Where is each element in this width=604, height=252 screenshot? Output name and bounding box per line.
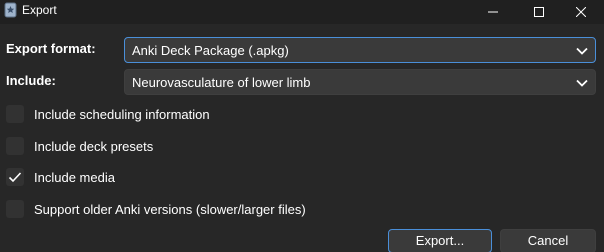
scheduling-label: Include scheduling information bbox=[34, 107, 210, 122]
media-label: Include media bbox=[34, 170, 115, 185]
title-bar: Export bbox=[0, 0, 604, 24]
close-icon bbox=[576, 7, 586, 17]
export-format-value: Anki Deck Package (.apkg) bbox=[132, 43, 289, 58]
export-button[interactable]: Export... bbox=[388, 229, 492, 252]
maximize-icon bbox=[534, 7, 544, 17]
minimize-icon bbox=[488, 11, 498, 13]
export-format-label: Export format: bbox=[6, 41, 96, 56]
deck-presets-checkbox[interactable] bbox=[6, 137, 24, 155]
checkmark-icon bbox=[8, 172, 22, 183]
export-format-select[interactable]: Anki Deck Package (.apkg) bbox=[124, 37, 596, 63]
include-deck-select[interactable]: Neurovasculature of lower limb bbox=[124, 69, 596, 95]
anki-app-icon bbox=[4, 2, 17, 18]
maximize-button[interactable] bbox=[516, 0, 562, 24]
include-label: Include: bbox=[6, 73, 56, 88]
minimize-button[interactable] bbox=[470, 0, 516, 24]
media-checkbox[interactable] bbox=[6, 168, 24, 186]
close-button[interactable] bbox=[558, 0, 604, 24]
window-title: Export bbox=[22, 3, 57, 17]
cancel-button[interactable]: Cancel bbox=[500, 229, 596, 252]
chevron-down-icon bbox=[576, 47, 588, 55]
legacy-support-label: Support older Anki versions (slower/larg… bbox=[34, 202, 306, 217]
legacy-support-checkbox[interactable] bbox=[6, 200, 24, 218]
chevron-down-icon bbox=[576, 79, 588, 87]
include-deck-value: Neurovasculature of lower limb bbox=[132, 75, 311, 90]
scheduling-checkbox[interactable] bbox=[6, 105, 24, 123]
deck-presets-label: Include deck presets bbox=[34, 139, 154, 154]
